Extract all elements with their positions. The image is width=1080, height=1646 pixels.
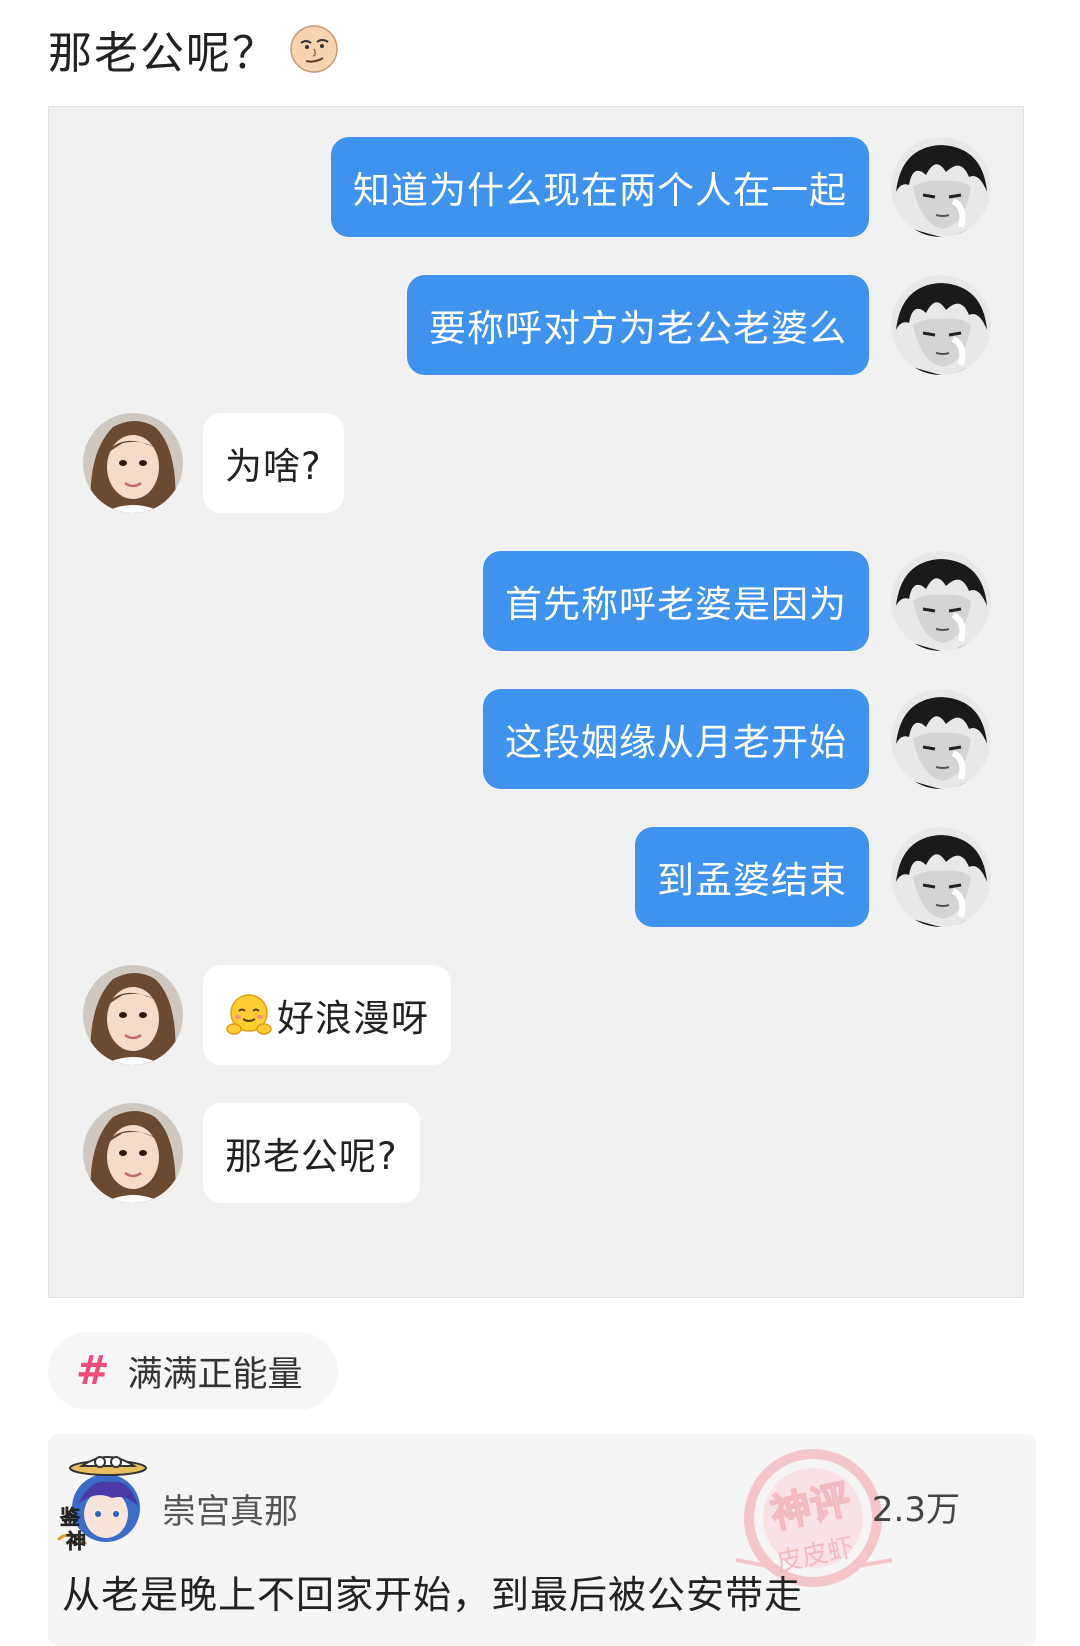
message-bubble: 首先称呼老婆是因为 <box>483 551 869 651</box>
message-bubble: 好浪漫呀 <box>203 965 451 1065</box>
commenter-username[interactable]: 崇宫真那 <box>162 1484 298 1533</box>
chat-screenshot: 知道为什么现在两个人在一起 要称呼对方为老公老婆么 为啥? 首先称呼老婆是因为 … <box>48 106 1024 1298</box>
hashtag-icon: # <box>76 1348 110 1394</box>
commenter-avatar[interactable]: 鉴 神 <box>56 1448 148 1552</box>
message-bubble: 要称呼对方为老公老婆么 <box>407 275 869 375</box>
message-bubble: 为啥? <box>203 413 344 513</box>
message-bubble: 知道为什么现在两个人在一起 <box>331 137 869 237</box>
message-text: 好浪漫呀 <box>277 997 429 1040</box>
topic-tag-label: 满满正能量 <box>127 1354 303 1395</box>
chat-message-incoming: 为啥? <box>49 413 1025 513</box>
anime-boy-avatar <box>891 827 991 927</box>
chat-message-outgoing: 首先称呼老婆是因为 <box>47 551 1023 651</box>
badge-text-2: 神 <box>66 1529 86 1552</box>
chat-message-outgoing: 要称呼对方为老公老婆么 <box>47 275 1023 375</box>
anime-boy-avatar <box>891 275 991 375</box>
chat-message-incoming: 那老公呢? <box>49 1103 1025 1203</box>
anime-boy-avatar <box>891 137 991 237</box>
post-title: 那老公呢？ <box>48 18 340 80</box>
smirk-face-emoji-icon <box>288 23 340 75</box>
message-bubble: 到孟婆结束 <box>635 827 869 927</box>
girl-avatar <box>83 413 183 513</box>
post-title-text: 那老公呢？ <box>48 28 278 79</box>
chat-message-incoming: 好浪漫呀 <box>49 965 1025 1065</box>
hug-emoji-icon <box>225 991 273 1039</box>
badge-text-1: 鉴 <box>59 1505 81 1529</box>
anime-boy-avatar <box>891 689 991 789</box>
chat-message-outgoing: 到孟婆结束 <box>47 827 1023 927</box>
topic-tag[interactable]: # 满满正能量 <box>48 1332 338 1410</box>
comment-like-count[interactable]: 2.3万 <box>872 1482 960 1531</box>
message-bubble: 这段姻缘从月老开始 <box>483 689 869 789</box>
message-bubble: 那老公呢? <box>203 1103 420 1203</box>
girl-avatar <box>83 1103 183 1203</box>
comment-text: 从老是晚上不回家开始，到最后被公安带走 <box>62 1573 804 1617</box>
chat-message-outgoing: 这段姻缘从月老开始 <box>47 689 1023 789</box>
anime-boy-avatar <box>891 551 991 651</box>
girl-avatar <box>83 965 183 1065</box>
chat-message-outgoing: 知道为什么现在两个人在一起 <box>47 137 1023 237</box>
top-comment-card[interactable]: 鉴 神 崇宫真那 神评 皮皮虾 2.3万 从老是晚上不回家开始，到最后被公安带走 <box>48 1434 1036 1646</box>
